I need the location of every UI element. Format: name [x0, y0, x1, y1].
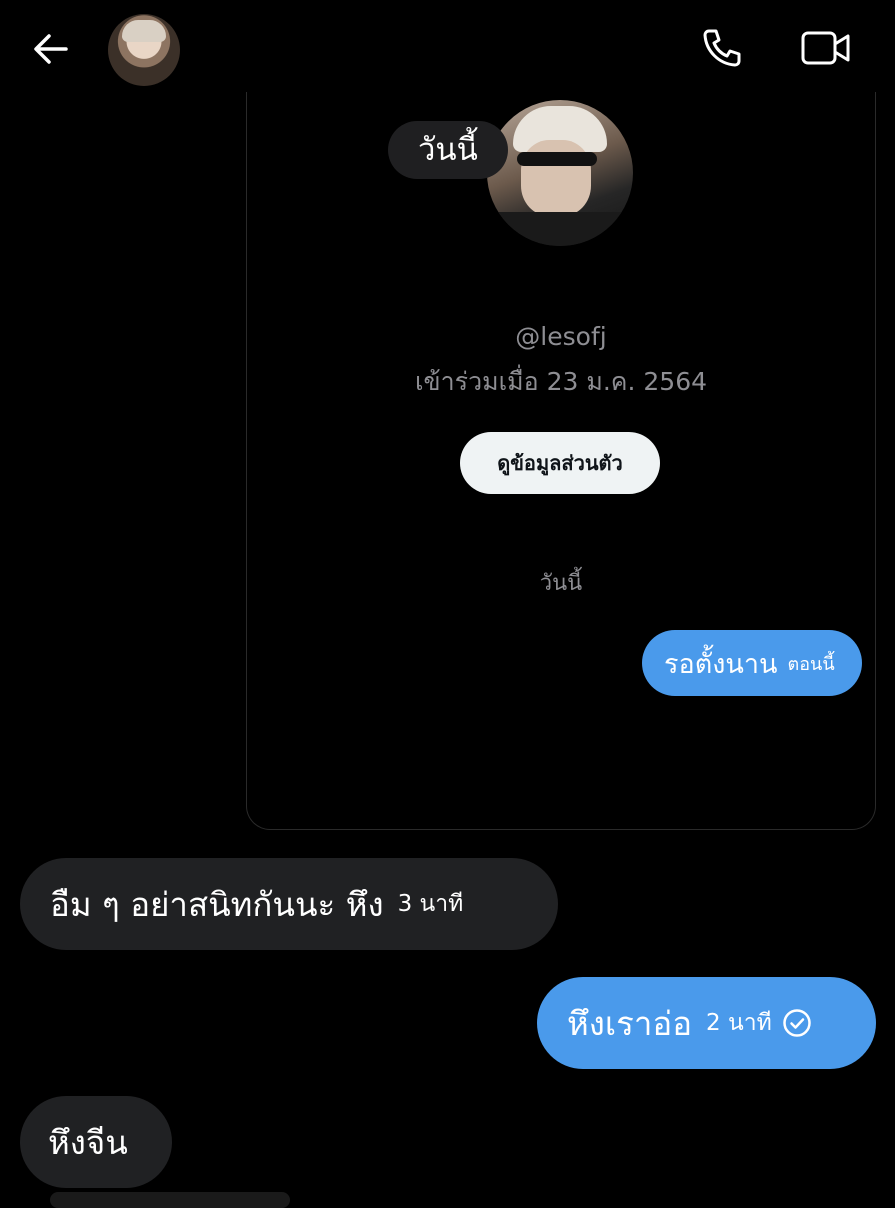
arrow-left-icon [34, 34, 68, 64]
message-text: หึงจีน [48, 1122, 128, 1162]
profile-avatar[interactable] [487, 100, 633, 246]
contact-avatar[interactable] [108, 14, 180, 86]
back-button[interactable] [30, 28, 72, 70]
message-bubble-outgoing[interactable]: รอตั้งนาน ตอนนี้ [642, 630, 862, 696]
avatar-shirt [487, 212, 633, 246]
message-time: 3 นาที [397, 891, 464, 917]
date-separator: วันนี้ [539, 571, 583, 596]
date-pill: วันนี้ [388, 121, 508, 179]
next-message-edge [50, 1192, 290, 1208]
message-time: ตอนนี้ [787, 653, 835, 675]
message-text: รอตั้งนาน [664, 648, 778, 680]
video-camera-icon [801, 31, 850, 65]
profile-handle: @lesofj [515, 322, 607, 351]
check-circle-icon [783, 1009, 811, 1037]
phone-icon [703, 29, 741, 67]
chat-header [0, 0, 895, 96]
video-call-button[interactable] [800, 28, 852, 68]
message-bubble-outgoing[interactable]: หึงเราอ่อ 2 นาที [537, 977, 876, 1069]
avatar-glasses [517, 152, 597, 166]
view-profile-button[interactable]: ดูข้อมูลส่วนตัว [460, 432, 660, 494]
message-text: หึงเราอ่อ [567, 1003, 693, 1043]
message-bubble-incoming[interactable]: หึงจีน [20, 1096, 172, 1188]
message-bubble-incoming[interactable]: อืม ๆ อย่าสนิทกันนะ หึง 3 นาที [20, 858, 558, 950]
voice-call-button[interactable] [700, 26, 744, 70]
profile-joined-date: เข้าร่วมเมื่อ 23 ม.ค. 2564 [414, 367, 708, 396]
message-time: 2 นาที [706, 1010, 772, 1036]
message-text: อืม ๆ อย่าสนิทกันนะ หึง [50, 884, 384, 924]
